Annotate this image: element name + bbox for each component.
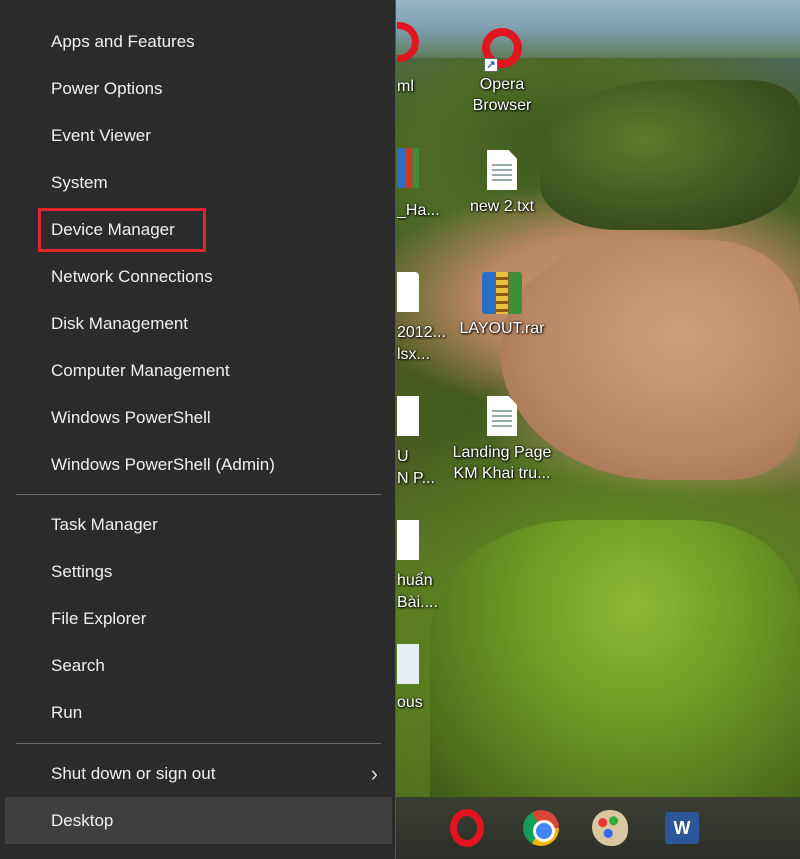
menu-item-run[interactable]: Run bbox=[5, 689, 392, 736]
menu-item-settings[interactable]: Settings bbox=[5, 548, 392, 595]
opera-icon[interactable] bbox=[450, 809, 484, 847]
desktop-icon-label: Opera bbox=[479, 76, 525, 93]
partial-icon-label[interactable]: Bài.... bbox=[397, 592, 438, 613]
partial-icon-label[interactable]: ml bbox=[397, 76, 414, 97]
menu-item-apps-and-features[interactable]: Apps and Features bbox=[5, 18, 392, 65]
menu-item-shut-down-or-sign-out[interactable]: Shut down or sign out › bbox=[5, 750, 392, 797]
desktop-icon-label: Browser bbox=[472, 97, 532, 114]
device-manager-highlight-box bbox=[38, 208, 206, 252]
partial-icon-label[interactable]: ous bbox=[397, 692, 423, 713]
wallpaper-rock bbox=[540, 80, 800, 230]
desktop-icon-label: new 2.txt bbox=[469, 198, 535, 215]
paint-icon[interactable] bbox=[592, 810, 628, 846]
desktop-icon-landing-page[interactable]: Landing Page KM Khai tru... bbox=[447, 396, 557, 484]
menu-item-task-manager[interactable]: Task Manager bbox=[5, 501, 392, 548]
menu-item-windows-powershell[interactable]: Windows PowerShell bbox=[5, 394, 392, 441]
wallpaper-moss bbox=[430, 520, 800, 810]
partial-icon-label[interactable]: huẩn bbox=[397, 570, 433, 591]
shortcut-arrow-icon: ↗ bbox=[484, 58, 498, 72]
menu-item-computer-management[interactable]: Computer Management bbox=[5, 347, 392, 394]
word-icon-letter: W bbox=[673, 818, 691, 838]
winrar-icon bbox=[482, 272, 522, 316]
text-file-icon bbox=[482, 150, 522, 194]
quick-link-menu: Apps and Features Power Options Event Vi… bbox=[0, 0, 396, 859]
desktop-icon-label: LAYOUT.rar bbox=[459, 320, 545, 337]
pdf-file-icon bbox=[397, 272, 419, 312]
menu-item-event-viewer[interactable]: Event Viewer bbox=[5, 112, 392, 159]
menu-item-windows-powershell-admin[interactable]: Windows PowerShell (Admin) bbox=[5, 441, 392, 488]
partial-icon-label[interactable]: U bbox=[397, 446, 409, 467]
chevron-right-icon: › bbox=[370, 761, 378, 786]
taskbar: W bbox=[395, 797, 800, 859]
menu-item-desktop[interactable]: Desktop bbox=[5, 797, 392, 844]
menu-item-power-options[interactable]: Power Options bbox=[5, 65, 392, 112]
partial-icon-label[interactable]: N P... bbox=[397, 468, 435, 489]
excel-file-icon bbox=[397, 396, 419, 436]
desktop-icon-layout-rar[interactable]: LAYOUT.rar bbox=[447, 272, 557, 339]
menu-separator bbox=[16, 494, 381, 495]
opera-icon: ↗ bbox=[482, 28, 522, 72]
menu-item-file-explorer[interactable]: File Explorer bbox=[5, 595, 392, 642]
menu-separator bbox=[16, 743, 381, 744]
word-icon[interactable]: W bbox=[665, 812, 699, 844]
desktop-icon-new-2-txt[interactable]: new 2.txt bbox=[447, 150, 557, 217]
partial-icon-label[interactable]: 2012... bbox=[397, 322, 446, 343]
desktop-icon-label: KM Khai tru... bbox=[453, 465, 551, 482]
partial-icon-label[interactable]: _Ha... bbox=[397, 200, 440, 221]
desktop-icon-label: Landing Page bbox=[452, 444, 552, 461]
menu-item-label: Shut down or sign out bbox=[51, 764, 216, 783]
menu-item-search[interactable]: Search bbox=[5, 642, 392, 689]
menu-item-disk-management[interactable]: Disk Management bbox=[5, 300, 392, 347]
doc-file-icon bbox=[397, 520, 419, 560]
partial-icon-label[interactable]: lsx... bbox=[397, 344, 430, 365]
file-icon bbox=[397, 644, 419, 684]
chrome-icon[interactable] bbox=[523, 810, 559, 846]
blank-file-icon bbox=[482, 396, 522, 440]
winrar-icon bbox=[397, 148, 419, 188]
menu-item-network-connections[interactable]: Network Connections bbox=[5, 253, 392, 300]
desktop-icon-opera[interactable]: ↗ Opera Browser bbox=[447, 28, 557, 116]
menu-item-system[interactable]: System bbox=[5, 159, 392, 206]
